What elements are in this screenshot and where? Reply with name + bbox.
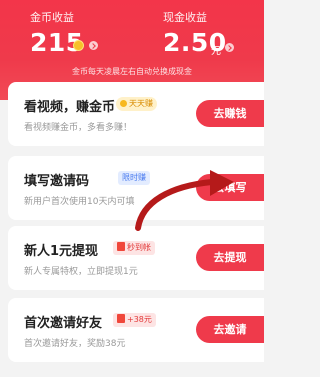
chevron-right-icon[interactable] xyxy=(225,43,234,52)
exchange-note: 金币每天凌晨左右自动兑换成现金 xyxy=(72,67,192,76)
cash-unit: 元 xyxy=(211,46,221,57)
coin-icon xyxy=(120,100,127,107)
earn-money-button[interactable]: 去赚钱 xyxy=(196,100,264,127)
task-badge: 天天赚 xyxy=(116,97,157,111)
coin-earnings-label: 金币收益 xyxy=(30,11,74,24)
arrow-annotation-icon xyxy=(135,170,234,231)
task-title: 新人1元提现 xyxy=(24,244,99,259)
task-subtitle: 新用户首次使用10天内可填 xyxy=(24,197,135,207)
coin-icon xyxy=(73,40,84,51)
task-title: 填写邀请码 xyxy=(24,174,90,189)
task-subtitle: 首次邀请好友，奖励38元 xyxy=(24,339,126,349)
task-badge-label: 秒到帐 xyxy=(127,243,151,252)
withdraw-button[interactable]: 去提现 xyxy=(196,244,264,271)
task-subtitle: 新人专属特权，立即提现1元 xyxy=(24,267,138,277)
chevron-right-icon[interactable] xyxy=(89,41,98,50)
task-card-watch-video: 看视频，赚金币 天天赚 看视频赚金币，多看多赚！ 去赚钱 xyxy=(8,82,264,146)
cash-earnings-label: 现金收益 xyxy=(163,11,207,24)
task-title: 看视频，赚金币 xyxy=(24,100,116,115)
task-badge-label: 天天赚 xyxy=(129,99,153,108)
task-badge-label: +38元 xyxy=(127,315,152,324)
task-badge: +38元 xyxy=(113,313,156,327)
task-card-invite-friend: 首次邀请好友 +38元 首次邀请好友，奖励38元 去邀请 xyxy=(8,298,264,362)
task-title: 首次邀请好友 xyxy=(24,316,103,331)
red-envelope-icon xyxy=(117,242,125,251)
red-envelope-icon xyxy=(117,314,125,323)
invite-button[interactable]: 去邀请 xyxy=(196,316,264,343)
task-subtitle: 看视频赚金币，多看多赚！ xyxy=(24,123,133,133)
task-card-withdraw: 新人1元提现 秒到帐 新人专属特权，立即提现1元 去提现 xyxy=(8,226,264,290)
task-badge: 秒到帐 xyxy=(113,241,155,255)
